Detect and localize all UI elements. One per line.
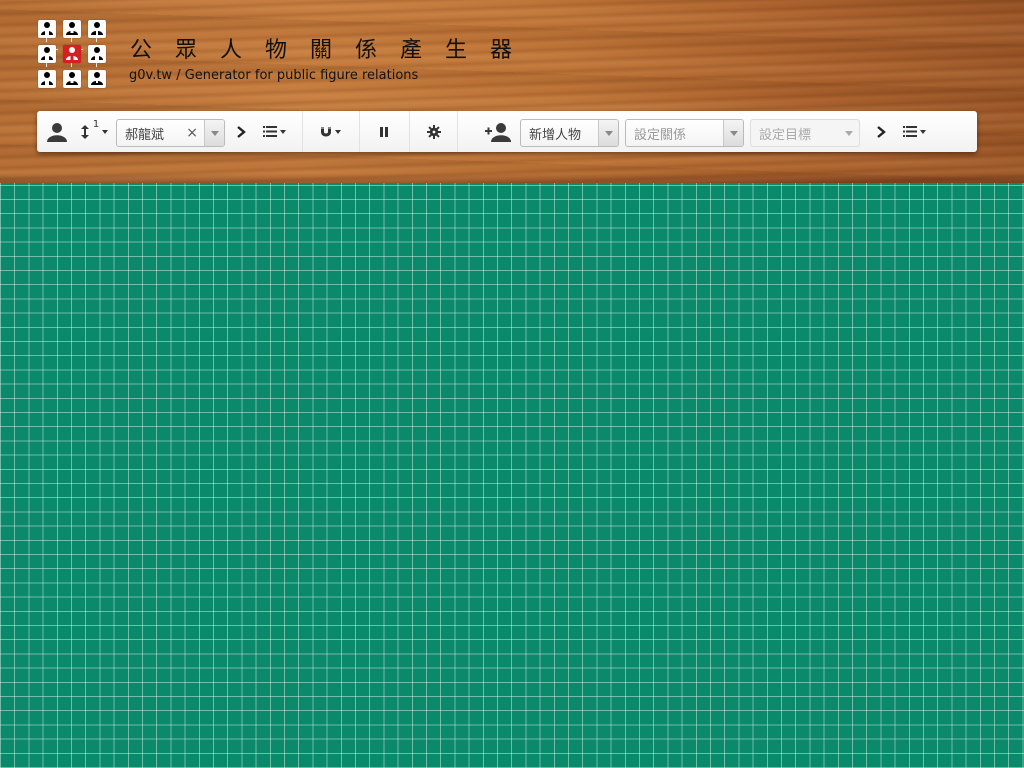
relation-select[interactable]: 設定關係 [625,119,744,147]
header: 公 眾 人 物 關 係 產 生 器 g0v.tw / Generator for… [0,0,1024,183]
logo-person-icon [38,70,56,88]
app-logo [38,20,108,90]
logo-person-icon-highlighted [63,45,81,63]
select-caret[interactable] [723,120,743,146]
settings-button[interactable] [419,111,449,152]
add-person-svg [485,122,511,142]
logo-person-icon [38,45,56,63]
caret-down-icon [604,130,613,136]
caret-down-icon [845,130,853,136]
logo-person-icon [38,20,56,38]
logo-person-icon [63,70,81,88]
logo-line [46,63,47,67]
target-select-placeholder: 設定目標 [759,127,812,143]
add-person-select-value: 新增人物 [529,127,582,143]
list-menu-button-2[interactable] [897,111,931,152]
toolbar-divider [359,111,360,152]
depth-badge: 1 [92,119,100,130]
list-icon [262,126,277,137]
caret-down-icon [919,129,926,134]
next-button[interactable] [231,111,251,152]
pause-button[interactable] [369,111,399,152]
chevron-right-icon [237,125,246,138]
logo-line [71,38,72,42]
toolbar-divider [457,111,458,152]
person-icon [43,111,71,152]
add-person-icon [483,111,513,152]
person-icon-svg [47,122,67,142]
caret-down-icon [210,130,219,136]
clear-icon[interactable]: × [186,125,198,141]
person-select-value: 郝龍斌 [125,127,165,143]
depth-dropdown[interactable]: 1 [77,111,111,152]
target-select[interactable]: 設定目標 [750,119,860,147]
vertical-arrows-icon [80,124,89,139]
logo-person-icon [88,45,106,63]
list-icon [902,126,917,137]
caret-down-icon [334,129,341,134]
list-menu-button[interactable] [257,111,291,152]
pause-icon [380,126,388,137]
logo-person-icon [88,20,106,38]
toolbar: 1 郝龍斌 × 新增人物 設定關係 設定目標 [37,111,977,152]
next-button-2[interactable] [871,111,891,152]
caret-down-icon [279,129,286,134]
add-person-select[interactable]: 新增人物 [520,119,619,147]
logo-line [71,63,72,67]
toolbar-divider [409,111,410,152]
logo-person-icon [88,70,106,88]
relation-select-placeholder: 設定關係 [634,127,687,143]
app-title: 公 眾 人 物 關 係 產 生 器 [130,38,520,63]
toolbar-divider [302,111,303,152]
app-subtitle: g0v.tw / Generator for public figure rel… [129,68,419,83]
logo-line [96,63,97,67]
gear-icon [427,124,441,139]
logo-line [46,38,47,42]
caret-down-icon [729,130,738,136]
logo-line [96,38,97,42]
person-select[interactable]: 郝龍斌 × [116,119,225,147]
graph-canvas[interactable] [0,183,1024,768]
magnet-dropdown[interactable] [313,111,347,152]
logo-person-icon [63,20,81,38]
chevron-right-icon [877,125,886,138]
magnet-icon [320,126,331,136]
caret-down-icon [102,129,109,134]
select-caret [839,120,859,146]
select-caret[interactable] [204,120,224,146]
select-caret[interactable] [598,120,618,146]
